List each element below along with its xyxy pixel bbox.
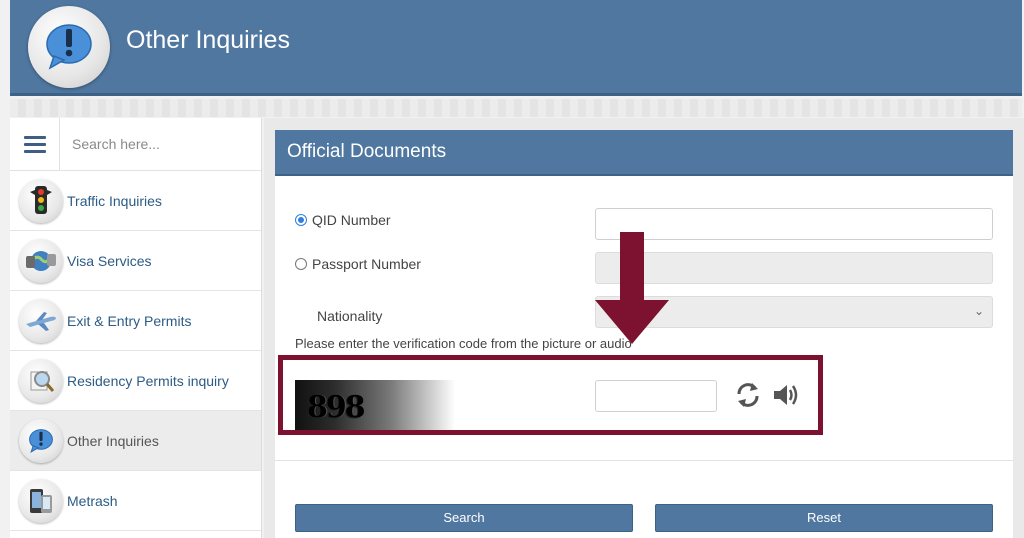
passport-radio[interactable] — [295, 258, 307, 270]
sidebar-item-label: Traffic Inquiries — [67, 192, 162, 209]
sidebar: Traffic Inquiries Visa Services Exit & E… — [10, 118, 262, 538]
hamburger-icon[interactable] — [10, 118, 60, 171]
sidebar-item-residency-permits[interactable]: Residency Permits inquiry — [10, 351, 261, 411]
chevron-down-icon: ⌄ — [973, 304, 984, 318]
sidebar-item-metrash[interactable]: Metrash — [10, 471, 261, 531]
magnifier-icon — [19, 358, 63, 403]
down-arrow-icon — [595, 232, 669, 344]
sidebar-top — [10, 118, 261, 171]
sidebar-item-other-inquiries[interactable]: Other Inquiries — [10, 411, 261, 471]
sidebar-item-label: Metrash — [67, 492, 118, 509]
sidebar-item-label: Exit & Entry Permits — [67, 312, 192, 329]
sidebar-item-label: Visa Services — [67, 252, 152, 269]
page-title: Other Inquiries — [126, 26, 290, 54]
sidebar-search-input[interactable] — [60, 118, 261, 170]
nationality-label: Nationality — [317, 308, 383, 324]
qid-radio[interactable] — [295, 214, 307, 226]
traffic-light-icon — [19, 178, 63, 223]
phone-icon — [19, 478, 63, 523]
card-title: Official Documents — [275, 130, 1013, 176]
decorative-band — [10, 99, 1022, 117]
sidebar-item-traffic-inquiries[interactable]: Traffic Inquiries — [10, 171, 261, 231]
exclamation-bubble-icon — [28, 6, 110, 88]
sidebar-item-label: Residency Permits inquiry — [67, 372, 229, 389]
passport-option[interactable]: Passport Number — [295, 256, 421, 272]
passport-label: Passport Number — [312, 256, 421, 272]
form-divider — [275, 460, 1013, 461]
airplane-icon — [19, 298, 63, 343]
captcha-highlight-box — [278, 355, 823, 435]
qid-option[interactable]: QID Number — [295, 212, 391, 228]
search-button[interactable]: Search — [295, 504, 633, 532]
sidebar-item-label: Other Inquiries — [67, 432, 159, 449]
exclamation-bubble-icon — [19, 418, 63, 463]
page-header: Other Inquiries — [10, 0, 1022, 96]
globe-icon — [19, 238, 63, 283]
reset-button[interactable]: Reset — [655, 504, 993, 532]
qid-label: QID Number — [312, 212, 391, 228]
sidebar-item-exit-entry-permits[interactable]: Exit & Entry Permits — [10, 291, 261, 351]
sidebar-item-visa-services[interactable]: Visa Services — [10, 231, 261, 291]
verification-instruction: Please enter the verification code from … — [295, 336, 632, 351]
